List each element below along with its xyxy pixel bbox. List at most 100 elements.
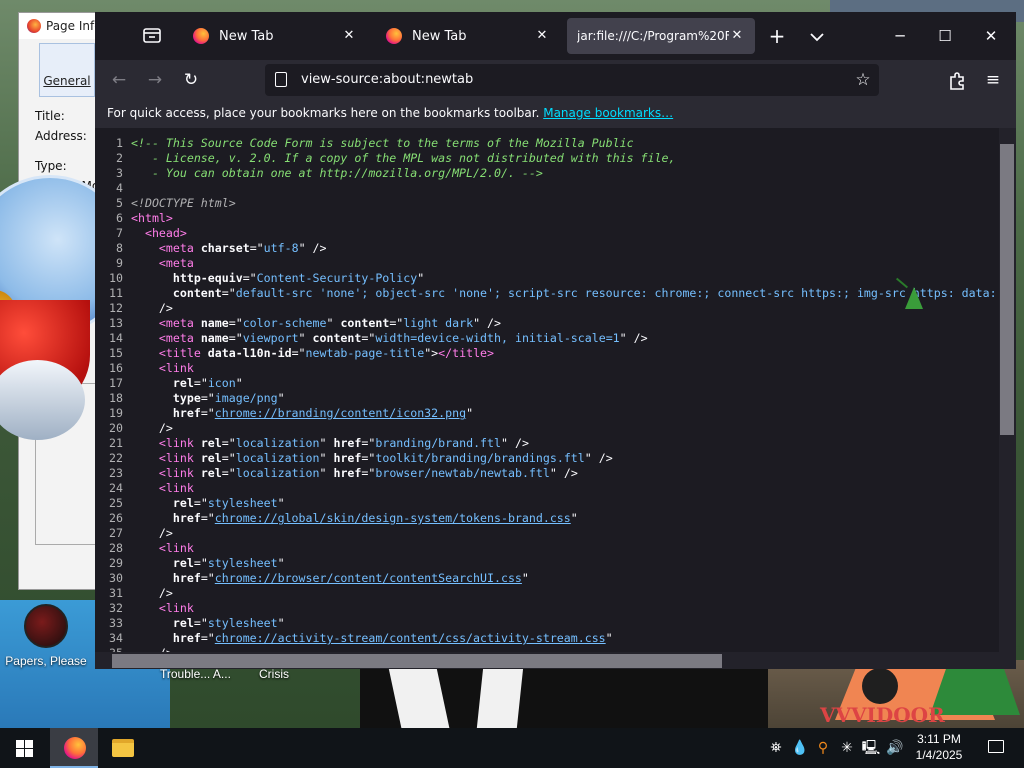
code-token: =" — [193, 556, 208, 570]
back-button[interactable]: ← — [105, 66, 133, 94]
tab-general[interactable]: General — [39, 43, 95, 97]
extensions-button[interactable] — [943, 66, 971, 94]
tab-new-tab[interactable]: New Tab ✕ — [183, 18, 367, 54]
start-button[interactable] — [0, 728, 48, 768]
firefox-view-button[interactable] — [139, 24, 165, 48]
code-token: <link — [158, 481, 194, 495]
line-code: <meta charset="utf-8" /> — [131, 241, 327, 256]
code-token: name — [200, 316, 229, 330]
bookmark-star-button[interactable]: ☆ — [849, 66, 877, 94]
code-token: <link — [158, 361, 194, 375]
code-token: =" — [249, 241, 264, 255]
code-token: "> — [424, 346, 439, 360]
code-token: " /> — [584, 451, 613, 465]
line-number: 19 — [109, 406, 123, 420]
source-link[interactable]: chrome://activity-stream/content/css/act… — [215, 631, 606, 645]
line-number: 16 — [109, 361, 123, 375]
line-code: <!DOCTYPE html> — [131, 196, 236, 211]
code-token: =" — [193, 376, 208, 390]
tree-ornament-hole — [862, 668, 898, 704]
clock-time: 3:11 PM — [917, 732, 961, 746]
close-window-button[interactable]: ✕ — [971, 22, 1011, 50]
code-token: " — [277, 496, 285, 510]
code-token: " — [605, 631, 613, 645]
system-clock[interactable]: 3:11 PM 1/4/2025 — [908, 731, 970, 763]
code-token: <title — [158, 346, 208, 360]
tray-snowflake-icon[interactable]: ✳ — [836, 728, 858, 768]
url-text[interactable]: view-source:about:newtab — [301, 72, 473, 87]
notifications-button[interactable] — [976, 728, 1016, 768]
reload-button[interactable]: ↻ — [177, 66, 205, 94]
new-tab-button[interactable]: + — [765, 25, 789, 49]
code-token: " — [570, 511, 578, 525]
forward-button[interactable]: → — [141, 66, 169, 94]
tray-water-icon[interactable]: 💧 — [790, 728, 810, 768]
code-token: =" — [200, 571, 215, 585]
code-token: " — [235, 376, 243, 390]
code-token: toolkit/branding/brandings.ftl — [375, 451, 585, 465]
list-all-tabs-button[interactable] — [805, 25, 829, 49]
taskbar-firefox-button[interactable] — [50, 728, 98, 768]
code-token: =" — [193, 496, 208, 510]
code-token: <head> — [144, 226, 187, 240]
close-icon[interactable]: ✕ — [341, 28, 357, 44]
code-token: </title> — [438, 346, 495, 360]
source-line: 21 <link rel="localization" href="brandi… — [95, 436, 998, 451]
taskbar-file-explorer-button[interactable] — [100, 728, 148, 768]
line-code: <html> — [131, 211, 173, 226]
desktop-icon-label[interactable]: Crisis — [259, 667, 289, 681]
url-bar[interactable]: view-source:about:newtab — [265, 64, 879, 96]
line-number: 27 — [109, 526, 123, 540]
code-token: <!-- This Source Code Form is subject to… — [131, 136, 634, 150]
source-line: 19 href="chrome://branding/content/icon3… — [95, 406, 998, 421]
source-line: 27 /> — [95, 526, 998, 541]
source-link[interactable]: chrome://browser/content/contentSearchUI… — [215, 571, 522, 585]
code-token: /> — [131, 526, 173, 540]
source-link[interactable]: chrome://global/skin/design-system/token… — [215, 511, 571, 525]
close-icon[interactable]: ✕ — [729, 28, 745, 44]
line-number: 12 — [109, 301, 123, 315]
tab-strip: New Tab ✕ New Tab ✕ jar:file:///C:/Progr… — [95, 12, 1016, 60]
code-token: rel — [172, 556, 194, 570]
line-code: <meta — [131, 256, 194, 271]
manage-bookmarks-link[interactable]: Manage bookmarks… — [543, 106, 673, 120]
tab-new-tab[interactable]: New Tab ✕ — [376, 18, 560, 54]
minimize-button[interactable]: ─ — [880, 22, 920, 50]
horizontal-scrollbar-thumb[interactable] — [112, 654, 722, 668]
maximize-button[interactable]: ☐ — [925, 22, 965, 50]
code-token: =" — [291, 346, 306, 360]
tab-view-source[interactable]: jar:file:///C:/Program%20Files/Mozilla%2… — [567, 18, 755, 54]
desktop-icon-papers-please[interactable]: Papers, Please — [0, 600, 92, 668]
source-line: 8 <meta charset="utf-8" /> — [95, 241, 998, 256]
code-token: rel — [200, 466, 222, 480]
tray-search-icon[interactable]: ⚲ — [812, 728, 834, 768]
navigation-toolbar: ← → ↻ view-source:about:newtab ☆ ≡ — [95, 60, 1016, 100]
code-token: href — [172, 571, 201, 585]
desktop-icon-label[interactable]: Trouble... A... — [160, 667, 231, 681]
line-code: rel="stylesheet" — [131, 616, 285, 631]
view-source-content[interactable]: 1 <!-- This Source Code Form is subject t… — [95, 128, 1016, 669]
code-token: data-l10n-id — [207, 346, 292, 360]
vertical-scrollbar-thumb[interactable] — [1000, 144, 1014, 435]
firefox-view-icon — [143, 28, 161, 43]
line-code: href="chrome://branding/content/icon32.p… — [131, 406, 473, 421]
line-number: 9 — [116, 256, 123, 270]
line-code: <meta name="color-scheme" content="light… — [131, 316, 501, 331]
code-token: =" — [200, 406, 215, 420]
close-icon[interactable]: ✕ — [534, 28, 550, 44]
background-stripe — [476, 668, 524, 728]
code-token: rel — [200, 436, 222, 450]
app-menu-button[interactable]: ≡ — [979, 66, 1007, 94]
code-token: content — [340, 316, 390, 330]
code-token: href — [333, 466, 362, 480]
volume-icon[interactable]: 🔊 — [884, 728, 906, 768]
source-link[interactable]: chrome://branding/content/icon32.png — [215, 406, 466, 420]
tray-app-icon[interactable]: ⛯ — [766, 728, 786, 768]
network-icon[interactable]: 🖳 — [860, 728, 882, 768]
line-code: <link rel="localization" href="branding/… — [131, 436, 529, 451]
code-token: " — [298, 331, 313, 345]
